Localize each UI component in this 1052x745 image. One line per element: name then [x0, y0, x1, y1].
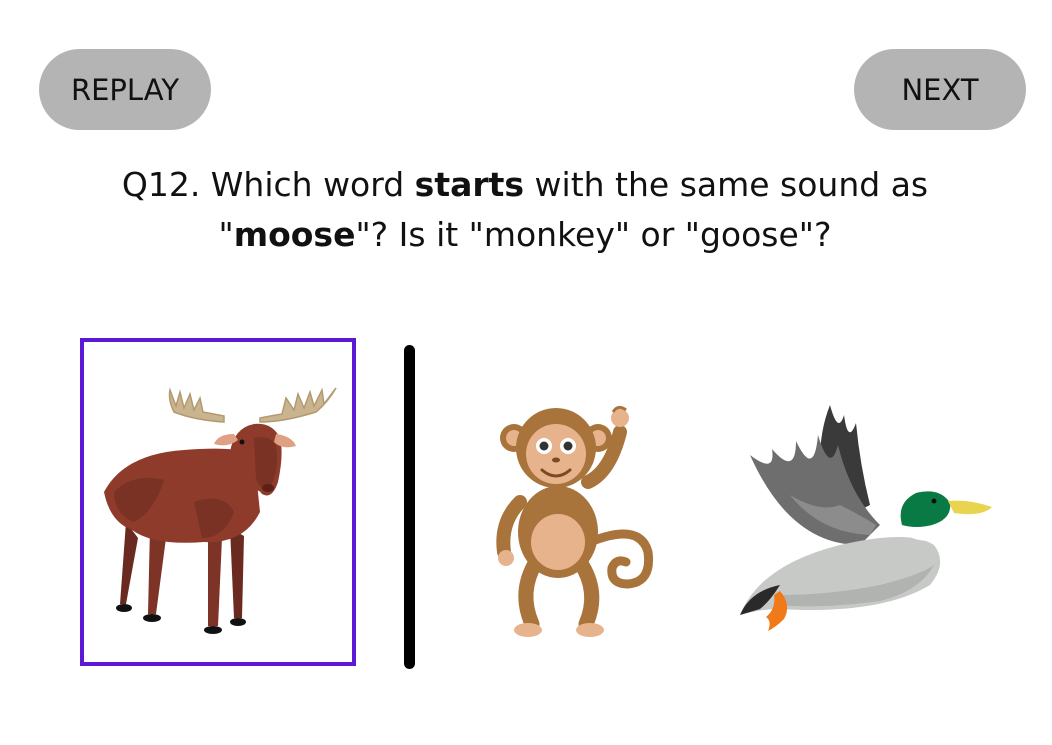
question-part-1: Q12. Which word — [121, 165, 415, 204]
question-bold-moose: moose — [233, 215, 356, 254]
prompt-image-card — [80, 338, 356, 666]
choice-goose[interactable] — [720, 395, 1000, 640]
moose-icon — [104, 387, 337, 634]
question-bold-starts: starts — [414, 165, 525, 204]
monkey-icon — [496, 405, 654, 637]
replay-button[interactable]: REPLAY — [39, 49, 211, 130]
next-button[interactable]: NEXT — [854, 49, 1026, 130]
choice-monkey[interactable] — [470, 392, 670, 644]
divider-bar — [404, 345, 415, 669]
question-part-2: with the same sound as — [524, 165, 929, 204]
question-text: Q12. Which word starts with the same sou… — [60, 160, 990, 260]
duck-icon — [740, 405, 992, 631]
question-part-4: "? Is it "monkey" or "goose"? — [355, 215, 832, 254]
question-part-3: " — [218, 215, 234, 254]
